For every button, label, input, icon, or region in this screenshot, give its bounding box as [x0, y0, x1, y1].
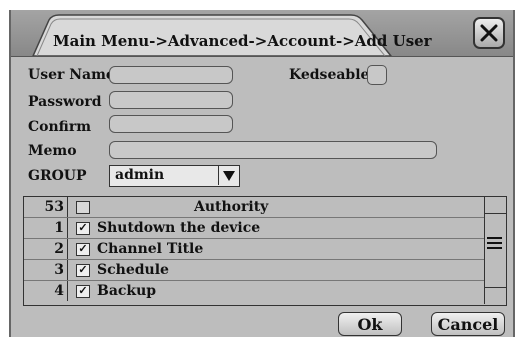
check-icon[interactable]: ✓ — [76, 264, 90, 277]
user-name-label: User Name — [28, 67, 115, 83]
row-number: 4 — [24, 281, 68, 301]
authority-label: Backup — [97, 283, 157, 299]
table-row[interactable]: 3 ✓ Schedule — [24, 260, 484, 280]
page-title: Main Menu->Advanced->Account->Add User — [53, 32, 432, 50]
add-user-dialog: Main Menu->Advanced->Account->Add User U… — [9, 10, 515, 337]
memo-label: Memo — [28, 143, 77, 159]
authority-label: Schedule — [97, 262, 169, 278]
row-number: 2 — [24, 239, 68, 259]
close-button[interactable] — [473, 17, 505, 49]
cancel-button[interactable]: Cancel — [431, 312, 505, 336]
table-row[interactable]: 4 ✓ Backup — [24, 281, 484, 301]
row-number: 3 — [24, 260, 68, 280]
table-header-row: 53 Authority — [24, 197, 484, 217]
kedseable-checkbox[interactable] — [367, 65, 387, 85]
memo-input[interactable] — [109, 141, 437, 159]
scroll-down-area[interactable] — [485, 287, 506, 304]
check-icon[interactable]: ✓ — [76, 285, 90, 298]
authority-count: 53 — [24, 197, 68, 217]
password-label: Password — [28, 94, 102, 110]
confirm-input[interactable] — [109, 115, 233, 133]
check-icon[interactable]: ✓ — [76, 222, 90, 235]
row-number: 1 — [24, 218, 68, 238]
kedseable-label: Kedseable — [289, 67, 370, 83]
user-name-input[interactable] — [109, 66, 233, 84]
authority-column-header: Authority — [194, 199, 269, 215]
ok-button[interactable]: Ok — [338, 312, 402, 336]
close-x-icon — [480, 24, 498, 42]
scroll-thumb-icon[interactable] — [487, 237, 502, 251]
authority-label: Shutdown the device — [97, 220, 261, 236]
title-tab: Main Menu->Advanced->Account->Add User — [19, 14, 432, 56]
check-icon[interactable]: ✓ — [76, 243, 90, 256]
title-bar: Main Menu->Advanced->Account->Add User — [11, 10, 513, 57]
table-row[interactable]: 1 ✓ Shutdown the device — [24, 218, 484, 238]
table-scrollbar[interactable] — [484, 197, 506, 304]
select-all-checkbox[interactable] — [76, 201, 90, 214]
group-select[interactable]: admin — [109, 165, 240, 187]
group-select-value: admin — [115, 167, 165, 183]
authority-table: 53 Authority 1 ✓ Shutdown the device 2 ✓… — [23, 196, 507, 306]
authority-label: Channel Title — [97, 241, 204, 257]
password-input[interactable] — [109, 91, 233, 109]
confirm-label: Confirm — [28, 119, 92, 135]
group-label: GROUP — [28, 168, 87, 184]
chevron-down-icon[interactable] — [218, 166, 239, 185]
scroll-up-area[interactable] — [485, 197, 506, 214]
table-row[interactable]: 2 ✓ Channel Title — [24, 239, 484, 259]
